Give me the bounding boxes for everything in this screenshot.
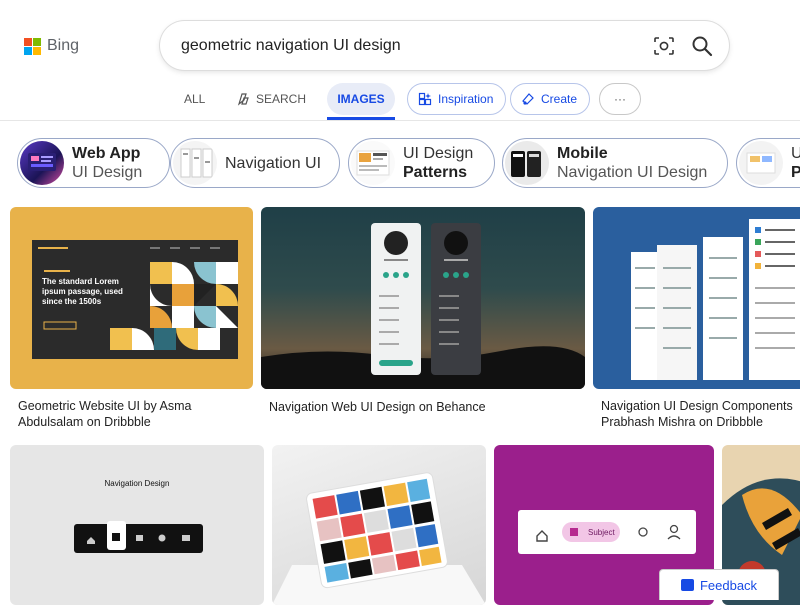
more-tabs-button[interactable]: ··· bbox=[599, 83, 641, 115]
caption-line: Prabhash Mishra on Dribbble bbox=[601, 415, 763, 429]
caption-line: Navigation UI Design Components bbox=[601, 399, 793, 413]
search-input[interactable] bbox=[181, 36, 631, 55]
more-tabs-label: ··· bbox=[614, 92, 626, 106]
tab-inspiration[interactable]: Inspiration bbox=[407, 83, 507, 115]
chat-bubble-icon bbox=[680, 579, 694, 591]
chip-thumbnail bbox=[505, 141, 549, 185]
tab-all[interactable]: ALL bbox=[176, 83, 213, 115]
tab-inspiration-label: Inspiration bbox=[438, 92, 494, 106]
chip-web-app-ui-design[interactable]: Web App UI Design bbox=[17, 138, 170, 188]
camera-lens-icon[interactable] bbox=[653, 36, 675, 56]
chip-label: Patterns bbox=[403, 164, 468, 181]
chip-label: P bbox=[791, 164, 800, 181]
chip-ui-design-patterns[interactable]: UI Design Patterns bbox=[348, 138, 495, 188]
tab-create-label: Create bbox=[541, 92, 578, 106]
microsoft-logo-icon bbox=[24, 37, 41, 55]
search-box bbox=[160, 21, 729, 70]
brand-name: Bing bbox=[47, 37, 80, 54]
caption-line: Geometric Website UI by Asma bbox=[18, 399, 192, 413]
magnifier-icon[interactable] bbox=[691, 35, 713, 57]
chip-thumbnail bbox=[173, 141, 217, 185]
chip-ui-patterns-partial[interactable]: UP bbox=[736, 138, 800, 188]
chip-label: U bbox=[791, 145, 800, 162]
result-image-navigation-design[interactable]: Navigation Design bbox=[10, 445, 264, 605]
tile-headline: The standard Lorem ipsum passage, used s… bbox=[42, 277, 123, 306]
chip-label: UI Design bbox=[72, 164, 143, 181]
chip-label: Mobile bbox=[557, 145, 608, 162]
paint-icon bbox=[522, 93, 534, 105]
caption-line: Navigation Web UI Design on Behance bbox=[269, 400, 486, 414]
header-divider bbox=[0, 120, 800, 121]
vertical-tabs: ALL SEARCH IMAGES Inspiration Create ··· bbox=[0, 83, 800, 120]
sparkle-grid-icon bbox=[418, 92, 432, 106]
result-image-geometric-website[interactable]: The standard Lorem ipsum passage, used s… bbox=[10, 207, 253, 389]
feedback-label: Feedback bbox=[699, 577, 758, 593]
chip-label: Web App bbox=[72, 145, 141, 162]
feedback-button[interactable]: Feedback bbox=[659, 569, 779, 600]
result-image-navigation-web-ui[interactable] bbox=[261, 207, 585, 389]
result-image-ui-design-tablet[interactable] bbox=[272, 445, 486, 605]
chip-thumbnail bbox=[20, 141, 64, 185]
chip-mobile-navigation-ui-design[interactable]: Mobile Navigation UI Design bbox=[502, 138, 728, 188]
result-image-navigation-components[interactable] bbox=[593, 207, 800, 389]
caption-line: Abdulsalam on Dribbble bbox=[18, 415, 151, 429]
chip-thumbnail bbox=[739, 141, 783, 185]
chip-navigation-ui[interactable]: Navigation UI bbox=[170, 138, 340, 188]
tab-images[interactable]: IMAGES bbox=[327, 83, 395, 120]
chip-label: Navigation UI bbox=[225, 154, 322, 172]
copilot-icon bbox=[237, 93, 249, 106]
chip-label: Navigation UI Design bbox=[557, 164, 708, 181]
chip-label: UI Design bbox=[403, 145, 474, 162]
result-caption[interactable]: Navigation UI Design Components Prabhash … bbox=[601, 398, 793, 430]
tab-search[interactable]: SEARCH bbox=[228, 83, 314, 115]
tab-create[interactable]: Create bbox=[510, 83, 591, 115]
navbar-subject-label: Subject bbox=[588, 528, 615, 537]
tab-images-label: IMAGES bbox=[337, 92, 385, 106]
tab-search-label: SEARCH bbox=[256, 92, 307, 106]
result-caption[interactable]: Navigation Web UI Design on Behance bbox=[269, 399, 486, 415]
chip-thumbnail bbox=[351, 141, 395, 185]
header: Bing ALL SEARCH IMAGES Inspiration Creat… bbox=[0, 0, 800, 120]
tab-all-label: ALL bbox=[184, 92, 206, 106]
result-caption[interactable]: Geometric Website UI by Asma Abdulsalam o… bbox=[18, 398, 191, 430]
related-chips: Web App UI Design Navigation UI UI Design… bbox=[0, 138, 800, 190]
bing-logo[interactable]: Bing bbox=[24, 37, 79, 55]
